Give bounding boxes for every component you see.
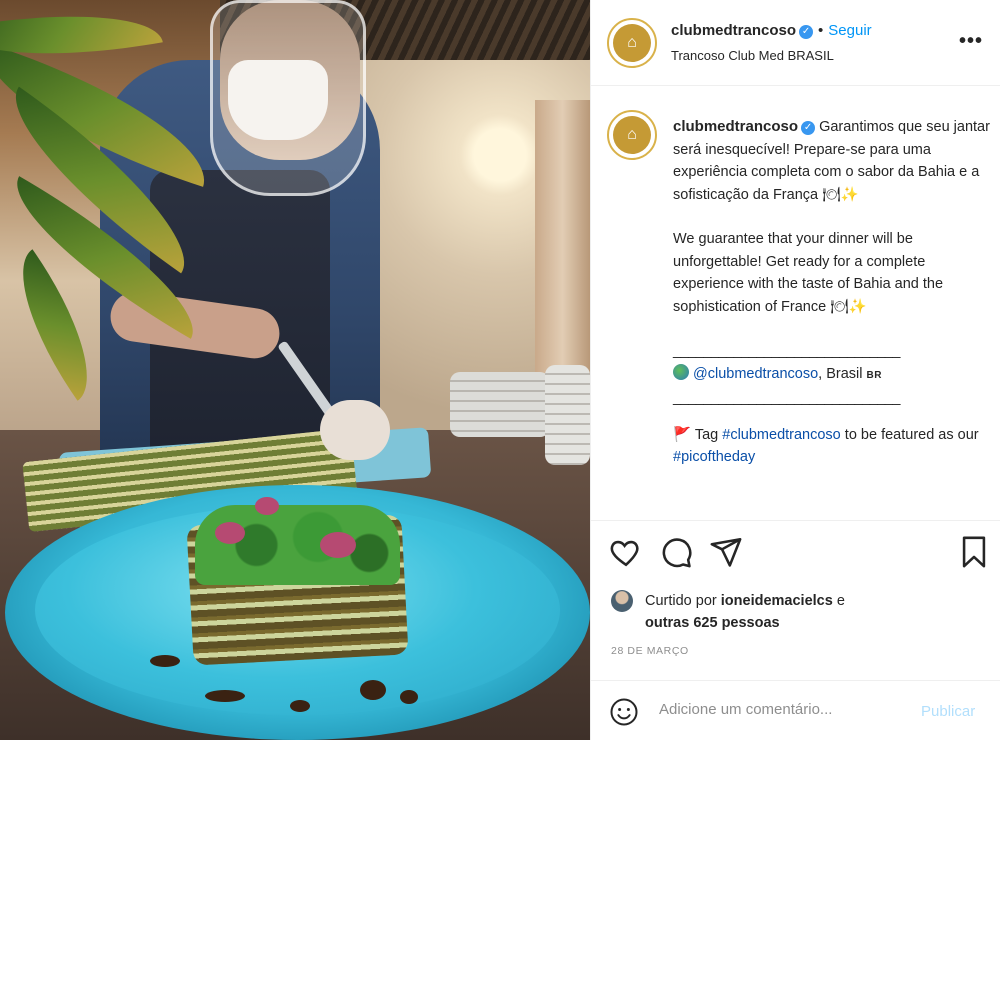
separator-line: ______________________________ xyxy=(673,390,900,406)
emoji-icon[interactable] xyxy=(609,697,639,727)
verified-badge-icon: ✓ xyxy=(799,25,814,39)
country-code: BR xyxy=(866,369,882,381)
edible-flower xyxy=(255,497,279,515)
sauce-drop xyxy=(205,690,245,702)
location-text: , Brasil xyxy=(818,365,863,382)
follow-button[interactable]: Seguir xyxy=(828,22,871,39)
separator-dot: • xyxy=(818,22,824,39)
share-icon[interactable] xyxy=(709,535,743,569)
post-header: ⌂ clubmedtrancoso ✓ • Seguir Trancoso Club … xyxy=(591,0,1000,86)
caption-username-link[interactable]: clubmedtrancoso xyxy=(673,118,798,135)
heart-icon[interactable] xyxy=(609,535,643,569)
post-photo[interactable] xyxy=(0,0,590,740)
header-title-row: clubmedtrancoso ✓ • Seguir xyxy=(671,22,872,39)
tag-mid-text: to be featured as our xyxy=(844,426,979,443)
caption-en-text: We guarantee that your dinner will be un… xyxy=(673,231,944,315)
stacked-bowls xyxy=(450,372,550,437)
herb-topping xyxy=(195,505,400,585)
sauce-drop xyxy=(360,680,386,700)
action-bar xyxy=(591,521,1000,587)
comment-input[interactable] xyxy=(659,701,909,718)
likes-text: Curtido por ioneidemacielcs e outras 625… xyxy=(645,590,1000,634)
verified-badge-icon: ✓ xyxy=(801,121,816,135)
post-date[interactable]: 28 de março xyxy=(611,645,689,657)
caption-pt: clubmedtrancoso ✓ Garantimos que seu jant… xyxy=(673,116,991,206)
mention-link[interactable]: @clubmedtrancoso xyxy=(693,366,818,382)
publish-button[interactable]: Publicar xyxy=(921,703,975,720)
others-count-link[interactable]: outras 625 pessoas xyxy=(645,615,780,631)
caption-text: clubmedtrancoso ✓ Garantimos que seu jant… xyxy=(673,116,991,469)
sauce-drop xyxy=(290,700,310,712)
comment-icon[interactable] xyxy=(659,535,693,569)
tag-prefix: Tag xyxy=(694,426,719,443)
caption-tag-row: 🚩 Tag #clubmedtrancoso to be featured as… xyxy=(673,424,991,469)
house-logo-icon: ⌂ xyxy=(627,126,637,143)
flag-icon: 🚩 xyxy=(673,426,692,443)
more-options-icon[interactable]: ••• xyxy=(959,30,983,53)
comment-bar: Publicar xyxy=(591,680,1000,740)
likes-and: e xyxy=(836,593,845,609)
face-shield xyxy=(210,0,366,196)
hashtag-link[interactable]: #clubmedtrancoso xyxy=(722,427,841,443)
house-logo-icon: ⌂ xyxy=(627,34,637,51)
sauce-drop xyxy=(150,655,180,667)
caption-avatar[interactable]: ⌂ xyxy=(607,110,657,160)
location-link[interactable]: Trancoso Club Med BRASIL xyxy=(671,48,834,63)
liker-username-link[interactable]: ioneidemacielcs xyxy=(721,593,833,609)
caption-location-row: @clubmedtrancoso, Brasil BR xyxy=(673,363,991,388)
likes-prefix: Curtido por xyxy=(645,593,717,609)
sauce-drop xyxy=(400,690,418,704)
caption-section: ⌂ clubmedtrancoso ✓ Garantimos que seu ja… xyxy=(591,86,1000,521)
gloved-hand xyxy=(320,400,390,460)
post-panel: ⌂ clubmedtrancoso ✓ • Seguir Trancoso Club … xyxy=(590,0,1000,740)
username-link[interactable]: clubmedtrancoso xyxy=(671,22,796,39)
hashtag-link[interactable]: #picoftheday xyxy=(673,449,755,465)
stacked-plates xyxy=(545,365,590,465)
edible-flower xyxy=(215,522,245,544)
edible-flower xyxy=(320,532,356,558)
profile-avatar[interactable]: ⌂ xyxy=(607,18,657,68)
bookmark-icon[interactable] xyxy=(957,535,991,569)
globe-icon xyxy=(673,363,689,380)
liker-avatar[interactable] xyxy=(611,590,633,612)
stone-pillar xyxy=(535,100,590,400)
separator-line: ______________________________ xyxy=(673,343,900,359)
